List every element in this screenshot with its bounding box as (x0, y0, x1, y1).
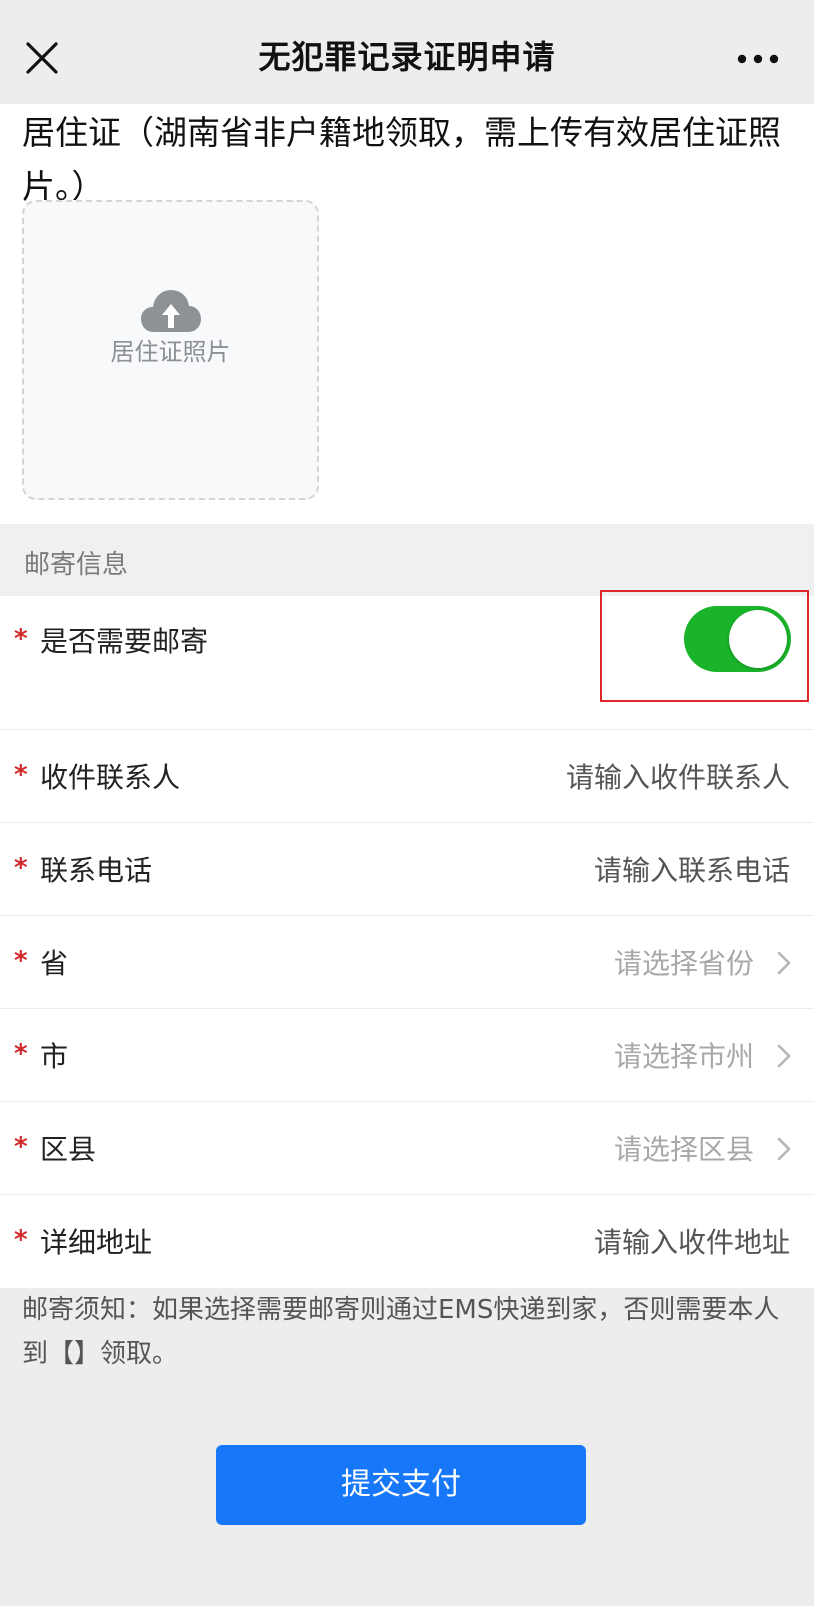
cloud-upload-icon (141, 290, 201, 332)
required-mark: * (14, 1225, 28, 1255)
required-mark: * (14, 946, 28, 976)
district-label: 区县 (40, 1133, 97, 1166)
district-select[interactable]: 请选择区县 (614, 1128, 754, 1168)
residence-permit-upload-section: 居住证（湖南省非户籍地领取，需上传有效居住证照片。） 居住证照片 (0, 104, 814, 524)
page-title: 无犯罪记录证明申请 (258, 38, 556, 76)
recipient-row[interactable]: * 收件联系人 请输入收件联系人 (0, 730, 814, 823)
chevron-right-icon (777, 1044, 791, 1068)
address-label: 详细地址 (40, 1226, 153, 1259)
header-bar: 无犯罪记录证明申请 (0, 0, 814, 110)
chevron-right-icon (777, 951, 791, 975)
required-mark: * (14, 1039, 28, 1069)
mailing-notice: 邮寄须知：如果选择需要邮寄则通过EMS快递到家，否则需要本人到【】领取。 (22, 1295, 780, 1369)
upload-box-label: 居住证照片 (110, 338, 231, 366)
submit-payment-button[interactable]: 提交支付 (216, 1445, 586, 1525)
city-select[interactable]: 请选择市州 (614, 1035, 754, 1075)
need-mail-label: 是否需要邮寄 (40, 625, 209, 658)
address-row[interactable]: * 详细地址 请输入收件地址 (0, 1195, 814, 1288)
more-icon[interactable] (736, 44, 780, 74)
province-label: 省 (40, 947, 69, 980)
mailing-section-title: 邮寄信息 (24, 550, 129, 580)
phone-label: 联系电话 (40, 854, 153, 887)
province-select[interactable]: 请选择省份 (614, 942, 754, 982)
required-mark: * (14, 760, 28, 790)
city-label: 市 (40, 1040, 69, 1073)
toggle-knob (729, 610, 787, 668)
recipient-input[interactable]: 请输入收件联系人 (566, 756, 790, 796)
required-mark: * (14, 1132, 28, 1162)
province-row[interactable]: * 省 请选择省份 (0, 916, 814, 1009)
residence-permit-upload-box[interactable]: 居住证照片 (22, 200, 319, 500)
mailing-section-header: 邮寄信息 (0, 524, 814, 596)
recipient-label: 收件联系人 (40, 761, 181, 794)
district-row[interactable]: * 区县 请选择区县 (0, 1102, 814, 1195)
close-icon[interactable] (22, 38, 62, 78)
chevron-right-icon (777, 1137, 791, 1161)
required-mark: * (14, 624, 28, 654)
address-input[interactable]: 请输入收件地址 (594, 1221, 790, 1261)
need-mail-toggle[interactable] (684, 606, 791, 672)
city-row[interactable]: * 市 请选择市州 (0, 1009, 814, 1102)
required-mark: * (14, 853, 28, 883)
phone-row[interactable]: * 联系电话 请输入联系电话 (0, 823, 814, 916)
upload-description: 居住证（湖南省非户籍地领取，需上传有效居住证照片。） (22, 113, 781, 206)
phone-input[interactable]: 请输入联系电话 (594, 849, 790, 889)
